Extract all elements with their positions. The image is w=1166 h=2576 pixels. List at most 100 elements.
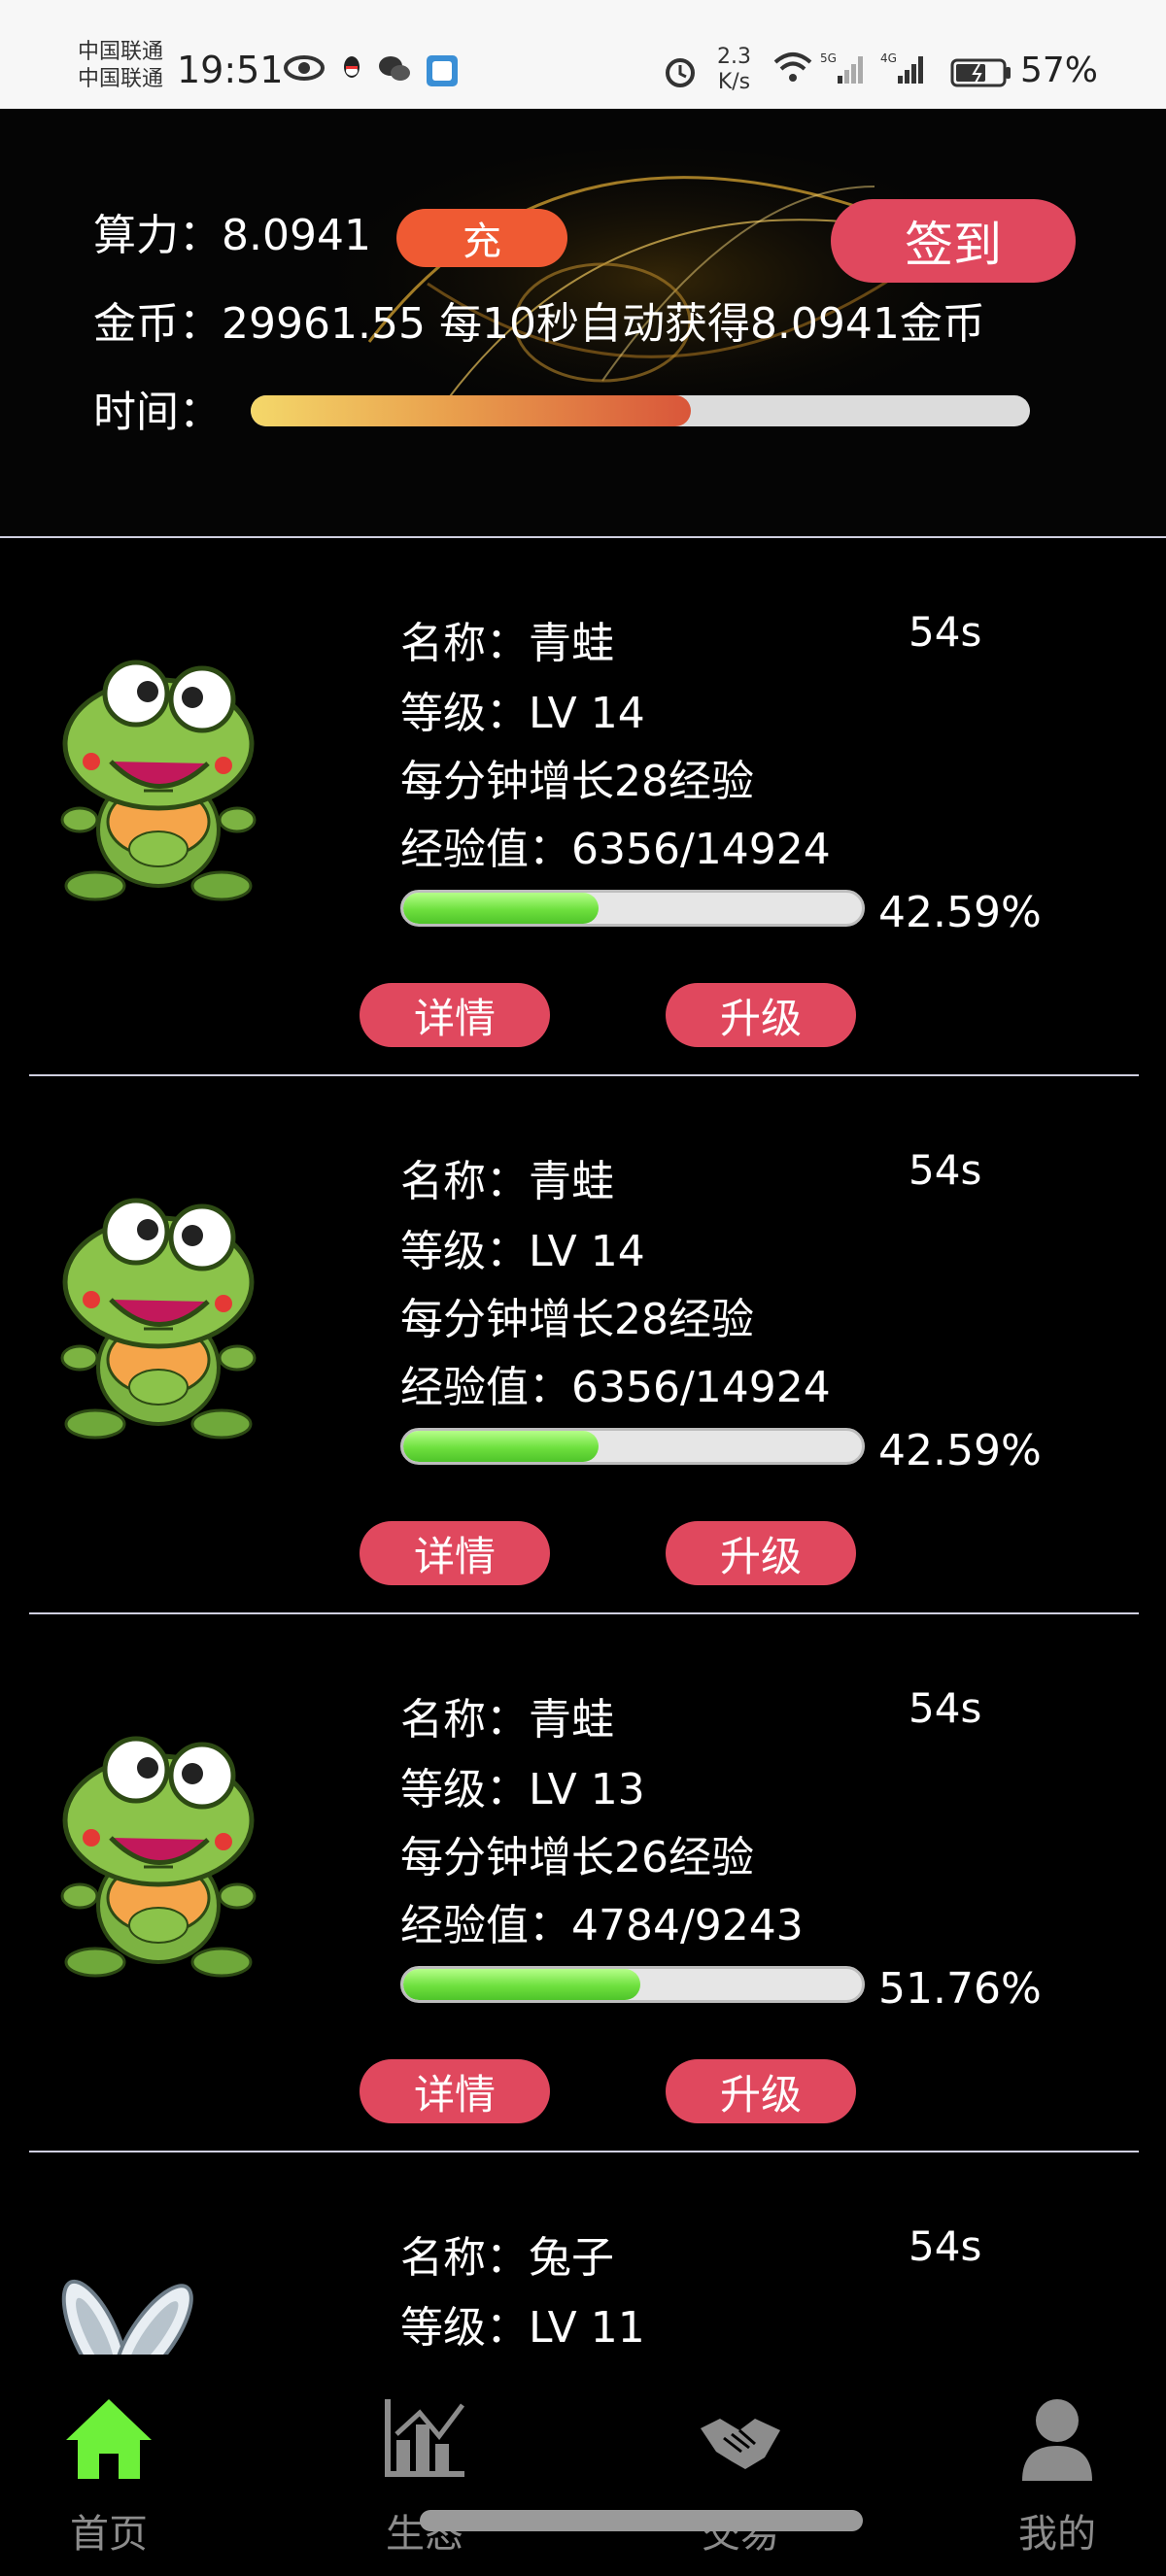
carrier-1: 中国联通 [78,40,164,64]
pet-level: 等级：LV 11 [400,2292,645,2355]
upgrade-button[interactable]: 升级 [666,983,856,1047]
mining-header: 算力：8.0941 充 签到 金币：29961.55 每10秒自动获得8.094… [0,109,1166,536]
wechat-icon [377,54,412,84]
pet-growth: 每分钟增长26经验 [400,1833,754,1882]
user-icon [1018,2395,1096,2487]
net-speed-value: 2.3 [717,45,751,69]
signal-icon: 5G [820,51,867,85]
home-icon [62,2395,155,2487]
exp-progress-fill [403,1431,600,1462]
pet-exp-value: 6356/14924 [571,825,831,874]
status-time: 19:51 [177,49,284,91]
power-line: 算力：8.0941 [93,200,371,262]
recharge-button[interactable]: 充 [396,209,567,267]
frog-icon [56,1193,260,1449]
alarm-icon [663,54,698,89]
time-label: 时间： [93,388,222,437]
pet-name-label: 名称： [400,619,529,668]
exp-percent: 42.59% [878,1426,1042,1475]
pet-level-label: 等级： [400,1765,529,1814]
eye-icon [284,54,325,82]
exp-progress-bar [400,1966,865,2003]
pet-level-label: 等级： [400,689,529,738]
pet-list[interactable]: 名称：青蛙 54s 等级：LV 14 每分钟增长28经验 经验值：6356/14… [0,538,1166,2355]
pet-exp-value: 4784/9243 [571,1901,804,1950]
pet-name-label: 名称： [400,2233,529,2283]
upgrade-button[interactable]: 升级 [666,2059,856,2123]
pet-level: 等级：LV 13 [400,1754,645,1816]
pet-exp: 经验值：4784/9243 [400,1890,804,1952]
power-label: 算力： [93,211,222,260]
time-progress-fill [251,395,692,426]
carrier-names: 中国联通 中国联通 [78,39,163,93]
power-value: 8.0941 [222,211,371,260]
pet-level-value: LV 13 [529,1765,645,1814]
bottom-navigation: 首页 生态 交易 我的 [0,2355,1166,2576]
net-speed-unit: K/s [717,70,751,94]
detail-button[interactable]: 详情 [360,2059,550,2123]
detail-button[interactable]: 详情 [360,1521,550,1585]
pet-level-value: LV 11 [529,2303,645,2353]
pet-countdown: 54s [909,2222,982,2270]
pet-name: 名称：青蛙 [400,1146,614,1208]
nav-home[interactable]: 首页 [12,2395,206,2570]
pet-name-value: 青蛙 [529,1695,614,1745]
pet-name-value: 兔子 [529,2233,614,2283]
pet-growth: 每分钟增长28经验 [400,757,754,806]
pet-card: 名称：青蛙 54s 等级：LV 14 每分钟增长28经验 经验值：6356/14… [0,538,1166,1076]
chart-icon [381,2395,468,2483]
detail-button[interactable]: 详情 [360,983,550,1047]
qq-icon [340,54,363,82]
wifi-icon [773,51,812,84]
pet-level-label: 等级： [400,2303,529,2353]
signal-1-label: 5G [820,51,837,65]
nav-mine[interactable]: 我的 [960,2395,1154,2570]
upgrade-button[interactable]: 升级 [666,1521,856,1585]
time-progress-bar [251,395,1030,426]
frog-icon [56,655,260,911]
pet-exp-label: 经验值： [400,825,571,874]
frog-icon [56,1731,260,1987]
signin-button[interactable]: 签到 [831,199,1076,283]
pet-countdown: 54s [909,1146,982,1194]
pet-exp-label: 经验值： [400,1901,571,1950]
app-icon [426,54,459,87]
nav-mine-label: 我的 [1018,2512,1096,2557]
carrier-2: 中国联通 [78,67,164,91]
pet-card: 名称：兔子 54s 等级：LV 11 [0,2152,1166,2355]
home-indicator[interactable] [420,2510,863,2531]
pet-countdown: 54s [909,608,982,656]
coins-value: 29961.55 [222,299,426,349]
rabbit-icon [56,2267,212,2355]
pet-name: 名称：青蛙 [400,608,614,670]
pet-level: 等级：LV 14 [400,1216,645,1278]
exp-progress-bar [400,1428,865,1465]
pet-exp: 经验值：6356/14924 [400,1352,831,1414]
nav-trade[interactable]: 交易 [643,2395,838,2570]
signal-2-label: 4G [880,51,897,65]
coins-auto-text: 每10秒自动获得8.0941金币 [438,299,985,349]
pet-level: 等级：LV 14 [400,678,645,740]
pet-countdown: 54s [909,1684,982,1732]
net-speed: 2.3 K/s [717,45,751,95]
handshake-icon [697,2409,784,2481]
pet-exp: 经验值：6356/14924 [400,814,831,876]
battery-icon [950,58,1012,87]
nav-ecology[interactable]: 生态 [327,2395,522,2570]
exp-percent: 42.59% [878,888,1042,937]
coins-line: 金币：29961.55 每10秒自动获得8.0941金币 [93,288,985,351]
nav-home-label: 首页 [70,2512,148,2557]
pet-card: 名称：青蛙 54s 等级：LV 13 每分钟增长26经验 经验值：4784/92… [0,1614,1166,2152]
battery-percent: 57% [1020,51,1099,90]
pet-level-value: LV 14 [529,689,645,738]
pet-level-value: LV 14 [529,1227,645,1276]
pet-name: 名称：兔子 [400,2222,614,2285]
status-bar: 中国联通 中国联通 19:51 2.3 K/s 5G 4G 57% [0,0,1166,109]
pet-level-label: 等级： [400,1227,529,1276]
pet-growth: 每分钟增长28经验 [400,1295,754,1344]
exp-progress-fill [403,1969,641,2000]
exp-progress-bar [400,890,865,927]
pet-card: 名称：青蛙 54s 等级：LV 14 每分钟增长28经验 经验值：6356/14… [0,1076,1166,1614]
exp-progress-fill [403,893,600,924]
pet-name-value: 青蛙 [529,1157,614,1206]
